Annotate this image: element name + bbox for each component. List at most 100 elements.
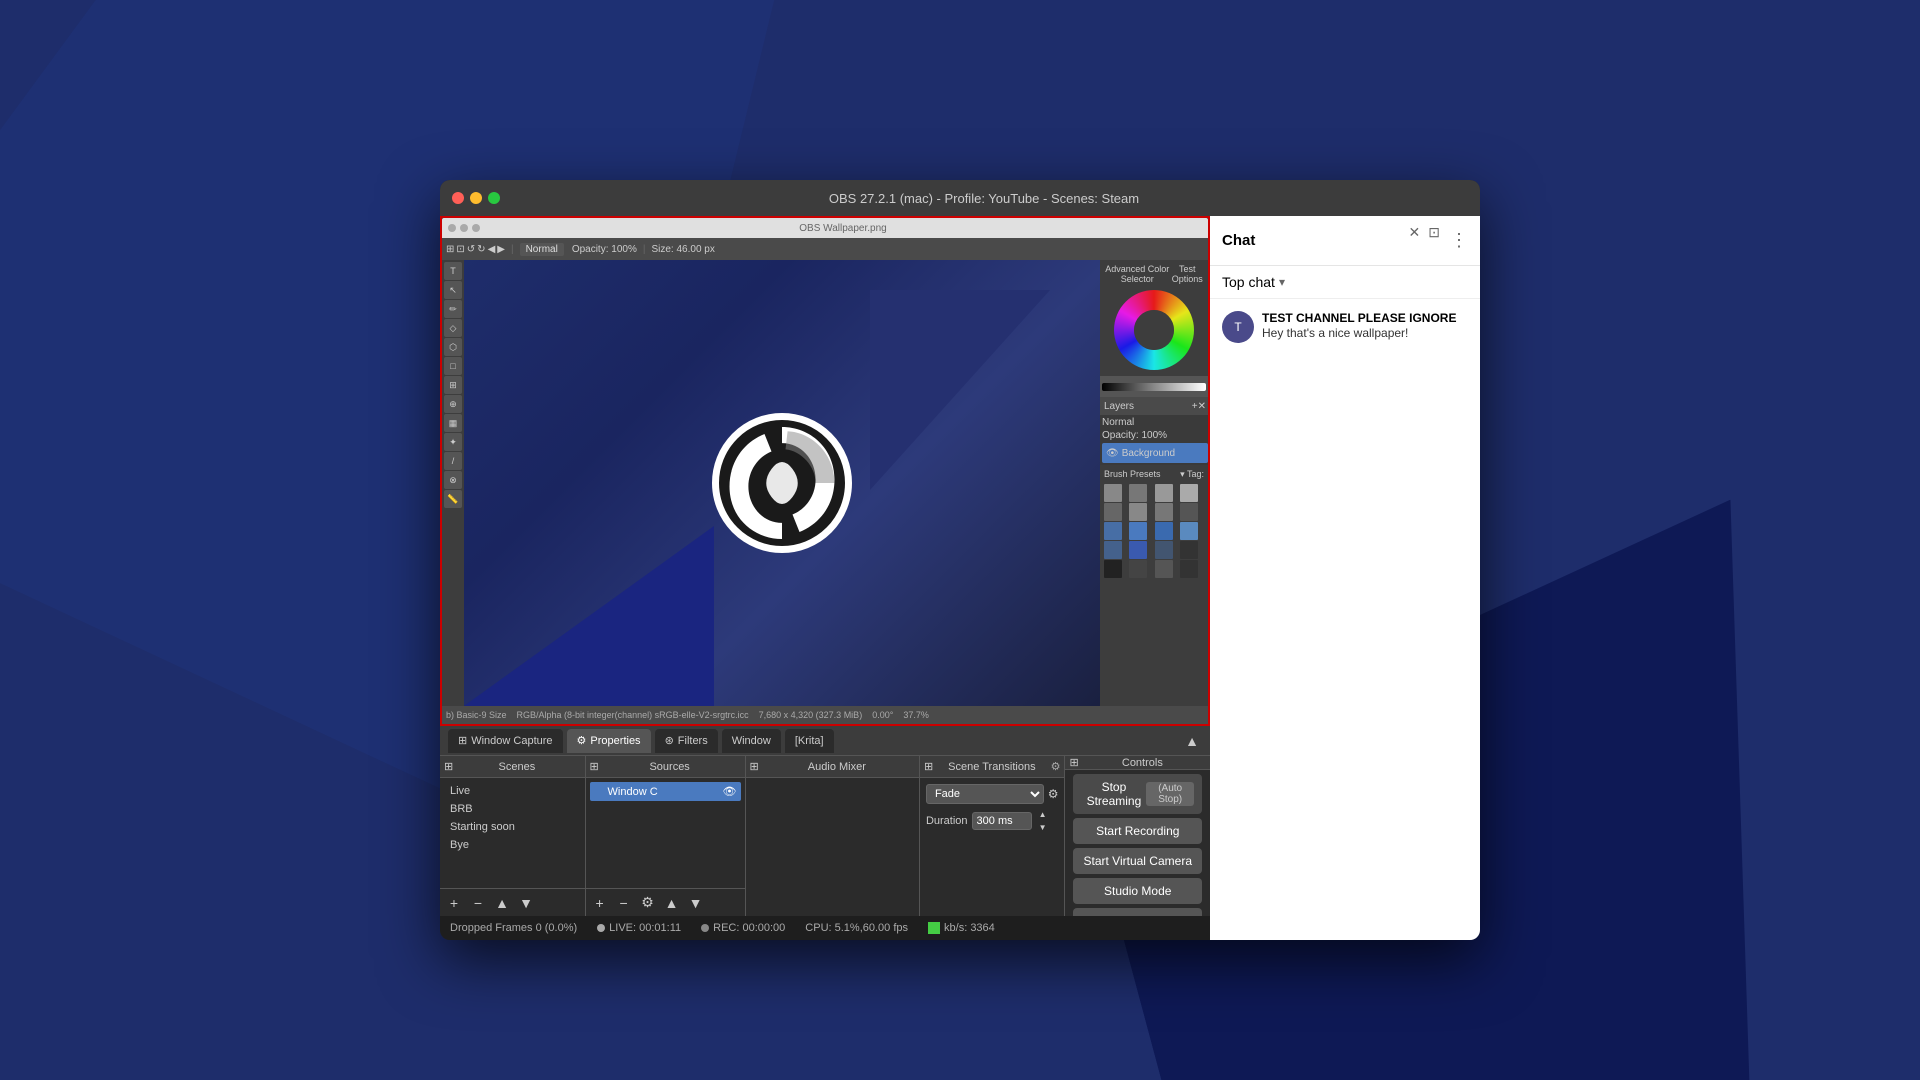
move-source-down-btn[interactable]: ▼	[686, 893, 706, 913]
brush-6[interactable]	[1129, 503, 1147, 521]
brush-presets-panel: Brush Presets ▾ Tag:	[1100, 465, 1208, 582]
source-visibility-icon: 👁	[723, 785, 737, 798]
krita-status-dimensions: 7,680 x 4,320 (327.3 MiB)	[759, 710, 863, 720]
collapse-btn[interactable]: ▲	[1182, 731, 1202, 751]
krita-tool-zoom[interactable]: ⊕	[444, 395, 462, 413]
audio-mixer-header: ⊞ Audio Mixer	[746, 756, 919, 778]
scene-bye[interactable]: Bye	[444, 836, 581, 854]
brush-7[interactable]	[1155, 503, 1173, 521]
add-scene-btn[interactable]: +	[444, 893, 464, 913]
tab-properties[interactable]: ⚙ Properties	[567, 729, 651, 753]
brush-17[interactable]	[1104, 560, 1122, 578]
move-scene-down-btn[interactable]: ▼	[516, 893, 536, 913]
krita-tool-measure[interactable]: 📏	[444, 490, 462, 508]
krita-toolbar-item-5: ◀	[488, 244, 496, 255]
close-button[interactable]	[452, 192, 464, 204]
krita-tool-select[interactable]: ↖	[444, 281, 462, 299]
krita-tool-text[interactable]: T	[444, 262, 462, 280]
canvas-shape-1	[464, 526, 714, 706]
source-settings-btn[interactable]: ⚙	[638, 893, 658, 913]
layers-header: Layers +✕	[1100, 397, 1208, 415]
brush-20[interactable]	[1180, 560, 1198, 578]
scene-brb[interactable]: BRB	[444, 800, 581, 818]
krita-tool-fill[interactable]: ⬡	[444, 338, 462, 356]
brush-9[interactable]	[1104, 522, 1122, 540]
chat-detach-icon[interactable]: ✕	[1409, 224, 1421, 241]
krita-tool-paint[interactable]: ✏	[444, 300, 462, 318]
tab-krita[interactable]: [Krita]	[785, 729, 834, 753]
brush-2[interactable]	[1129, 484, 1147, 502]
brush-8[interactable]	[1180, 503, 1198, 521]
krita-toolbar-sep2: |	[643, 244, 646, 255]
scene-starting-soon[interactable]: Starting soon	[444, 818, 581, 836]
remove-source-btn[interactable]: −	[614, 893, 634, 913]
move-scene-up-btn[interactable]: ▲	[492, 893, 512, 913]
brush-11[interactable]	[1155, 522, 1173, 540]
filters-icon: ⊛	[665, 734, 674, 747]
tab-filters[interactable]: ⊛ Filters	[655, 729, 718, 753]
layer-item-background[interactable]: 👁 Background	[1102, 443, 1208, 463]
brush-18[interactable]	[1129, 560, 1147, 578]
duration-up-btn[interactable]: ▲	[1036, 808, 1050, 820]
dropped-frames-text: Dropped Frames 0 (0.0%)	[450, 922, 577, 934]
start-recording-btn[interactable]: Start Recording	[1073, 818, 1202, 844]
brush-14[interactable]	[1129, 541, 1147, 559]
audio-mixer-panel: ⊞ Audio Mixer	[746, 756, 920, 916]
source-window-capture[interactable]: Window C 👁	[590, 782, 741, 801]
krita-toolbar: ⊞ ⊡ ↺ ↻ ◀ ▶ | Normal Opacity: 100% | Siz…	[442, 238, 1208, 260]
krita-tool-shape[interactable]: □	[444, 357, 462, 375]
color-wheel-panel: Advanced Color Selector Test Options	[1100, 260, 1208, 377]
chat-message-content: TEST CHANNEL PLEASE IGNORE Hey that's a …	[1262, 311, 1468, 343]
color-wheel[interactable]	[1114, 290, 1194, 370]
transitions-settings-icon[interactable]: ⚙	[1051, 760, 1061, 773]
chat-more-btn[interactable]: ⋮	[1450, 230, 1468, 251]
move-source-up-btn[interactable]: ▲	[662, 893, 682, 913]
top-chat-chevron[interactable]: ▾	[1279, 275, 1285, 289]
krita-tool-transform[interactable]: ⊗	[444, 471, 462, 489]
rec-text: REC: 00:00:00	[713, 922, 785, 934]
krita-tool-crop[interactable]: ⊞	[444, 376, 462, 394]
krita-tool-eraser[interactable]: ◇	[444, 319, 462, 337]
tab-filters-label: Filters	[678, 735, 708, 747]
add-source-btn[interactable]: +	[590, 893, 610, 913]
brush-4[interactable]	[1180, 484, 1198, 502]
brush-10[interactable]	[1129, 522, 1147, 540]
obs-tabs-row: ⊞ Window Capture ⚙ Properties ⊛ Filters	[440, 726, 1210, 756]
duration-down-btn[interactable]: ▼	[1036, 821, 1050, 833]
scene-live[interactable]: Live	[444, 782, 581, 800]
brush-13[interactable]	[1104, 541, 1122, 559]
obs-logo	[712, 413, 852, 553]
chat-title-label: Chat	[1222, 232, 1255, 249]
maximize-button[interactable]	[488, 192, 500, 204]
transition-type-select[interactable]: Fade	[926, 784, 1044, 804]
krita-window-bar: OBS Wallpaper.png	[442, 218, 1208, 238]
tab-window-capture[interactable]: ⊞ Window Capture	[448, 729, 563, 753]
studio-mode-btn[interactable]: Studio Mode	[1073, 878, 1202, 904]
start-virtual-camera-btn[interactable]: Start Virtual Camera	[1073, 848, 1202, 874]
brush-1[interactable]	[1104, 484, 1122, 502]
brush-12[interactable]	[1180, 522, 1198, 540]
properties-icon: ⚙	[577, 734, 587, 747]
top-chat-label: Top chat	[1222, 274, 1275, 290]
top-chat-row: Top chat ▾	[1210, 266, 1480, 299]
settings-btn[interactable]: Settings	[1073, 908, 1202, 916]
brush-5[interactable]	[1104, 503, 1122, 521]
krita-tool-gradient[interactable]: ▦	[444, 414, 462, 432]
test-options-label: Test Options	[1171, 264, 1204, 284]
chat-dock-icon[interactable]: ⊡	[1428, 224, 1440, 241]
remove-scene-btn[interactable]: −	[468, 893, 488, 913]
duration-input[interactable]	[972, 812, 1032, 830]
brush-19[interactable]	[1155, 560, 1173, 578]
sources-list: Window C 👁	[586, 778, 745, 888]
brush-16[interactable]	[1180, 541, 1198, 559]
tab-window[interactable]: Window	[722, 729, 781, 753]
stop-streaming-btn[interactable]: Stop Streaming (Auto Stop)	[1073, 774, 1202, 814]
source-type-icon	[594, 787, 604, 797]
brush-15[interactable]	[1155, 541, 1173, 559]
krita-tool-line[interactable]: /	[444, 452, 462, 470]
brush-3[interactable]	[1155, 484, 1173, 502]
transition-settings-icon[interactable]: ⚙	[1048, 787, 1059, 801]
minimize-button[interactable]	[470, 192, 482, 204]
krita-tool-path[interactable]: ✦	[444, 433, 462, 451]
chat-username: TEST CHANNEL PLEASE IGNORE	[1262, 311, 1456, 325]
